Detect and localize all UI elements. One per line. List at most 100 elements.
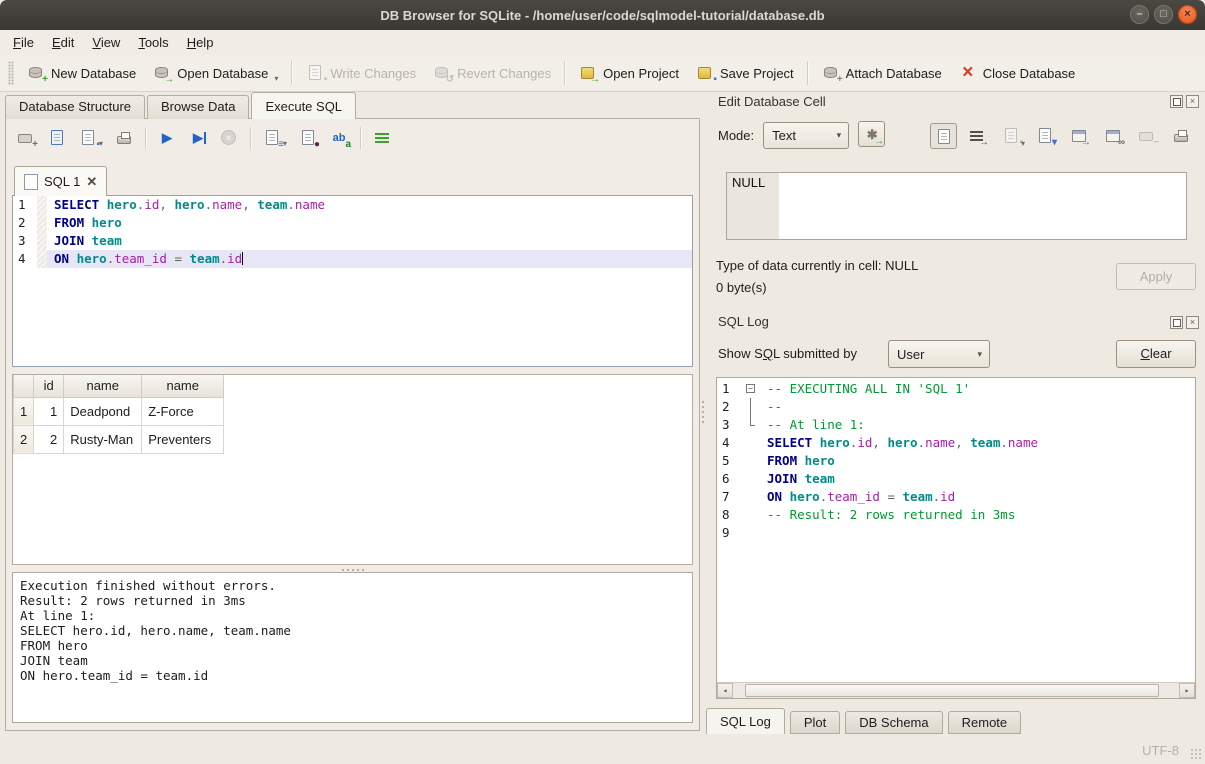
write-changes-icon: ▪ (305, 63, 325, 83)
find-button[interactable]: ● (298, 128, 318, 148)
fold-margin (743, 488, 760, 506)
execute-all-button[interactable]: ▶ (157, 128, 177, 148)
copy-cell-link-button[interactable]: ∞ (1100, 123, 1127, 149)
execute-current-line-icon: ▶ (188, 128, 208, 148)
resize-grip[interactable] (1190, 748, 1202, 760)
menu-help[interactable]: Help (178, 32, 223, 53)
menu-view[interactable]: View (83, 32, 129, 53)
cell-value-editor[interactable]: NULL (726, 172, 1187, 240)
column-header[interactable]: name (64, 375, 142, 397)
table-cell[interactable]: 1 (34, 397, 64, 425)
code-line: 4ON hero.team_id = team.id (13, 250, 692, 268)
open-project-button[interactable]: →Open Project (570, 59, 687, 87)
dock-tab-remote[interactable]: Remote (948, 711, 1022, 734)
word-wrap-icon: → (967, 126, 987, 146)
cell-mode-select[interactable]: Text ▾ (763, 122, 849, 149)
scroll-left-icon[interactable]: ◂ (717, 683, 733, 698)
table-cell[interactable]: Rusty-Man (64, 425, 142, 453)
row-header[interactable]: 2 (14, 425, 34, 453)
print-cell-button[interactable] (1168, 123, 1195, 149)
find-icon: ● (298, 128, 318, 148)
chevron-down-icon[interactable]: ▾ (274, 74, 278, 83)
close-tab-icon[interactable]: ✕ (86, 174, 97, 190)
apply-button[interactable]: Apply (1116, 263, 1196, 290)
results-grid[interactable]: idnamename11DeadpondZ-Force22Rusty-ManPr… (12, 374, 693, 565)
new-database-button[interactable]: + New Database (18, 59, 144, 87)
menu-file[interactable]: File (4, 32, 43, 53)
collapse-icon[interactable]: − (746, 384, 755, 393)
set-null-button: − (1134, 123, 1161, 149)
import-cell-data-button[interactable]: ▾ (1032, 123, 1059, 149)
toolbar-label: Attach Database (846, 66, 942, 81)
attach-database-icon: + (821, 63, 841, 83)
export-cell-data-button[interactable]: → (1066, 123, 1093, 149)
dock-tab-plot[interactable]: Plot (790, 711, 840, 734)
table-cell[interactable]: Deadpond (64, 397, 142, 425)
execute-sql-pane: +▪▾▶▶×≡▾●aba SQL 1 ✕ 1SELECT hero.id, he… (5, 118, 700, 731)
word-wrap-button[interactable]: → (964, 123, 991, 149)
code-line: 1−-- EXECUTING ALL IN 'SQL 1' (717, 380, 1195, 398)
menu-tools[interactable]: Tools (129, 32, 177, 53)
sql-log-panel-title: SQL Log (718, 314, 769, 329)
export-cell-data-icon: → (1069, 126, 1089, 146)
table-cell[interactable]: Z-Force (142, 397, 224, 425)
maximize-button[interactable]: □ (1154, 5, 1173, 24)
execution-log[interactable]: Execution finished without errors. Resul… (12, 572, 693, 723)
close-panel-icon[interactable]: × (1186, 316, 1199, 329)
text-mode-button[interactable] (930, 123, 957, 149)
line-number: 4 (717, 434, 743, 452)
close-button[interactable]: × (1178, 5, 1197, 24)
clear-log-button[interactable]: Clear (1116, 340, 1196, 368)
find-replace-button[interactable]: aba (329, 128, 349, 148)
menu-edit[interactable]: Edit (43, 32, 83, 53)
close-database-button[interactable]: ×Close Database (950, 59, 1084, 87)
toolbar-label: New Database (51, 66, 136, 81)
toolbar-label: Write Changes (330, 66, 416, 81)
copy-cell-link-icon: ∞ (1103, 126, 1123, 146)
new-sql-tab-button[interactable]: + (16, 128, 36, 148)
print-sql-button[interactable] (114, 128, 134, 148)
attach-database-button[interactable]: + Attach Database (813, 59, 950, 87)
column-header[interactable]: name (142, 375, 224, 397)
table-cell[interactable]: 2 (34, 425, 64, 453)
scroll-right-icon[interactable]: ▸ (1179, 683, 1195, 698)
row-header[interactable]: 1 (14, 397, 34, 425)
main-tab-bar: Database StructureBrowse DataExecute SQL (5, 92, 358, 119)
auto-format-sql-button[interactable] (372, 128, 392, 148)
float-panel-icon[interactable] (1170, 95, 1183, 108)
tab-database-structure[interactable]: Database Structure (5, 95, 145, 119)
code-line: 4SELECT hero.id, hero.name, team.name (717, 434, 1195, 452)
dock-tab-db-schema[interactable]: DB Schema (845, 711, 942, 734)
toolbar-drag-handle[interactable] (8, 61, 14, 85)
sql-editor-tab[interactable]: SQL 1 ✕ (14, 166, 107, 196)
sql-log-filter-label: Show SQL submitted by (718, 346, 857, 361)
scrollbar-thumb[interactable] (745, 684, 1159, 697)
revert-changes-button: ↺Revert Changes (424, 59, 559, 87)
open-sql-file-button[interactable] (47, 128, 67, 148)
save-results-button[interactable]: ≡▾ (262, 128, 287, 148)
save-project-button[interactable]: ▪Save Project (687, 59, 802, 87)
save-sql-file-button[interactable]: ▪▾ (78, 128, 103, 148)
horizontal-scrollbar[interactable]: ◂ ▸ (717, 682, 1195, 698)
execute-current-line-button[interactable]: ▶ (188, 128, 208, 148)
close-panel-icon[interactable]: × (1186, 95, 1199, 108)
sql-log-view[interactable]: 1−-- EXECUTING ALL IN 'SQL 1'2--3-- At l… (716, 377, 1196, 699)
table-cell[interactable]: Preventers (142, 425, 224, 453)
new-database-icon: + (26, 63, 46, 83)
sql-editor[interactable]: 1SELECT hero.id, hero.name, team.name2FR… (12, 195, 693, 367)
fold-margin (37, 196, 47, 214)
tab-browse-data[interactable]: Browse Data (147, 95, 249, 119)
float-panel-icon[interactable] (1170, 316, 1183, 329)
dock-tab-sql-log[interactable]: SQL Log (706, 708, 785, 734)
table-row: 22Rusty-ManPreventers (14, 425, 224, 453)
title-bar[interactable]: DB Browser for SQLite - /home/user/code/… (0, 0, 1205, 30)
minimize-button[interactable]: – (1130, 5, 1149, 24)
open-database-button[interactable]: →Open Database▾ (144, 59, 286, 87)
tab-execute-sql[interactable]: Execute SQL (251, 92, 356, 119)
toolbar-label: Revert Changes (457, 66, 551, 81)
sql-log-filter-select[interactable]: User ▾ (888, 340, 990, 368)
results-header-row: idnamename (14, 375, 224, 397)
chevron-down-icon: ▾ (1021, 139, 1025, 148)
column-header[interactable]: id (34, 375, 64, 397)
mode-config-button[interactable]: ✱→ (858, 121, 885, 147)
